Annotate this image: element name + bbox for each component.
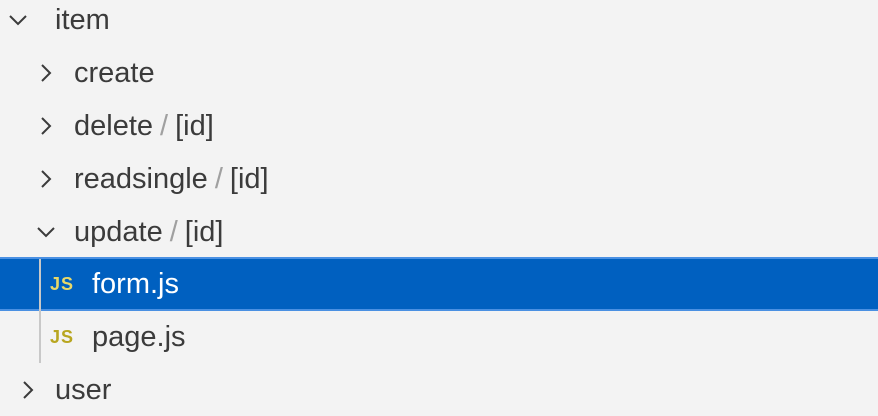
chevron-right-icon [34,114,58,138]
chevron-right-icon [34,167,58,191]
file-page-js-label: page.js [92,321,186,353]
path-separator: / [214,163,223,195]
folder-create-label: create [74,57,155,89]
chevron-right-icon [16,378,40,402]
folder-item-label: item [55,4,110,36]
folder-name: update [74,216,163,248]
folder-user[interactable]: user [0,364,878,416]
chevron-down-icon [34,220,58,244]
folder-readsingle-label: readsingle / [id] [74,153,269,205]
subfolder-name: [id] [184,216,224,248]
folder-readsingle-id[interactable]: readsingle / [id] [0,153,878,205]
javascript-file-icon: JS [50,327,75,347]
folder-update-id[interactable]: update / [id] [0,206,878,258]
file-explorer-tree: item create delete / [id] readsingle / [id] … [0,0,878,416]
file-page-js[interactable]: JS page.js [0,311,878,363]
folder-name: readsingle [74,163,208,195]
path-separator: / [160,110,169,142]
folder-delete-label: delete / [id] [74,100,214,152]
file-form-js-label: form.js [92,268,179,300]
folder-name: delete [74,110,154,142]
indent-guide [39,259,41,363]
folder-delete-id[interactable]: delete / [id] [0,100,878,152]
path-separator: / [169,216,178,248]
javascript-file-icon: JS [50,274,75,294]
folder-update-label: update / [id] [74,206,223,258]
subfolder-name: [id] [175,110,214,142]
subfolder-name: [id] [229,163,269,195]
folder-user-label: user [55,374,112,406]
folder-create[interactable]: create [0,47,878,99]
chevron-right-icon [34,61,58,85]
chevron-down-icon [6,8,30,32]
file-form-js[interactable]: JS form.js [0,257,878,311]
folder-item[interactable]: item [0,0,878,46]
